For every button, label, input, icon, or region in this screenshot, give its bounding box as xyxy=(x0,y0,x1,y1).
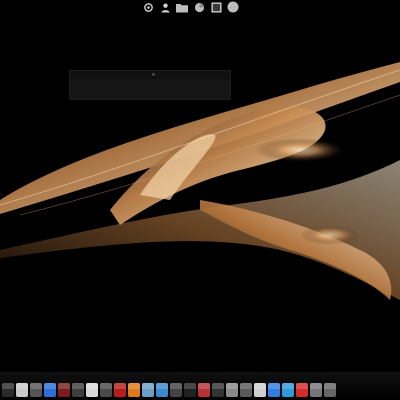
mail-icon[interactable] xyxy=(100,383,112,397)
film-icon[interactable] xyxy=(212,383,224,397)
window-titlebar[interactable] xyxy=(70,71,230,79)
photo-icon[interactable] xyxy=(58,383,70,397)
network-icon[interactable] xyxy=(156,383,168,397)
video-icon[interactable] xyxy=(184,383,196,397)
terminal-icon[interactable] xyxy=(210,1,222,13)
image-viewer-icon[interactable] xyxy=(226,383,238,397)
search-icon[interactable] xyxy=(142,383,154,397)
text-editor-icon[interactable] xyxy=(86,383,98,397)
globe-icon[interactable] xyxy=(282,383,294,397)
power-icon[interactable] xyxy=(2,383,14,397)
pdf-icon[interactable] xyxy=(114,383,126,397)
dock xyxy=(0,372,400,400)
background-window[interactable] xyxy=(69,70,231,100)
terminal-icon[interactable] xyxy=(310,383,322,397)
firefox-icon[interactable] xyxy=(128,383,140,397)
calculator-icon[interactable] xyxy=(72,383,84,397)
document-icon[interactable] xyxy=(16,383,28,397)
chrome-icon[interactable] xyxy=(44,383,56,397)
video-editor-icon[interactable] xyxy=(198,383,210,397)
user-icon[interactable] xyxy=(159,1,171,13)
settings-icon[interactable] xyxy=(142,1,154,13)
firefox-icon[interactable] xyxy=(193,1,205,13)
folder-icon[interactable] xyxy=(176,1,188,13)
music-icon[interactable] xyxy=(170,383,182,397)
app-icon[interactable] xyxy=(268,383,280,397)
circle-icon[interactable] xyxy=(227,1,239,13)
window-handle xyxy=(152,73,155,76)
ftp-icon[interactable] xyxy=(296,383,308,397)
dock-items xyxy=(2,383,336,397)
top-launcher xyxy=(142,0,239,14)
desktop-wallpaper xyxy=(0,62,400,300)
disk-icon[interactable] xyxy=(240,383,252,397)
trash-icon[interactable] xyxy=(324,383,336,397)
gear-icon[interactable] xyxy=(30,383,42,397)
printer-icon[interactable] xyxy=(254,383,266,397)
